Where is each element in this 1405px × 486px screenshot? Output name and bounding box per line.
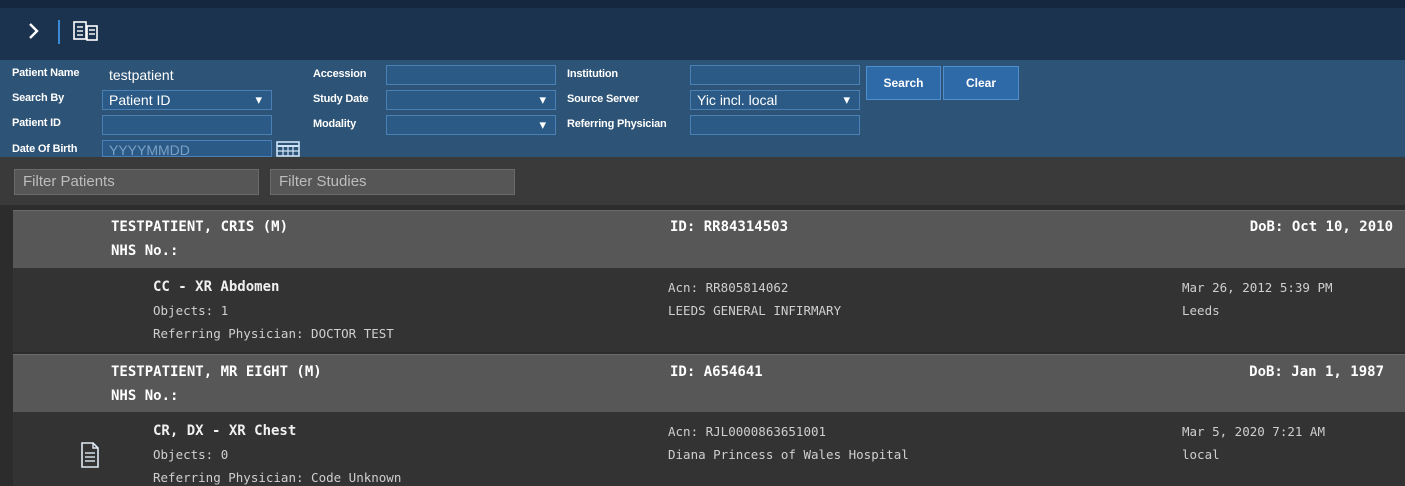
filter-bar: Filter Patients Filter Studies <box>0 157 1405 205</box>
study-referring-physician: Referring Physician: DOCTOR TEST <box>153 326 394 341</box>
clear-button[interactable]: Clear <box>943 66 1019 100</box>
study-title: CR, DX - XR Chest <box>153 423 297 439</box>
patient-name-label: Patient Name <box>12 67 80 79</box>
patient-name: TESTPATIENT, MR EIGHT (M) <box>111 364 322 380</box>
study-date-select[interactable] <box>386 90 556 110</box>
filter-studies-input[interactable]: Filter Studies <box>270 169 515 195</box>
modality-select[interactable] <box>386 115 556 135</box>
study-source: Leeds <box>1182 303 1220 318</box>
date-of-birth-label: Date Of Birth <box>12 143 78 155</box>
study-accession: Acn: RJL0000863651001 <box>668 424 827 439</box>
study-accession: Acn: RR805814062 <box>668 280 789 295</box>
study-objects: Objects: 1 <box>153 303 229 318</box>
filter-patients-input[interactable]: Filter Patients <box>14 169 259 195</box>
document-icon[interactable] <box>80 442 100 468</box>
search-by-label: Search By <box>12 92 65 104</box>
search-button[interactable]: Search <box>866 66 941 100</box>
patient-id: ID: RR84314503 <box>670 219 789 235</box>
source-server-label: Source Server <box>567 93 639 105</box>
patient-name: TESTPATIENT, CRIS (M) <box>111 219 289 235</box>
nhs-number: NHS No.: <box>111 388 179 404</box>
institution-input[interactable] <box>690 65 860 85</box>
modality-label: Modality <box>313 118 357 130</box>
chevron-right-icon[interactable] <box>26 18 42 44</box>
date-of-birth-input[interactable]: YYYYMMDD <box>102 140 272 157</box>
study-referring-physician: Referring Physician: Code Unknown <box>153 470 402 485</box>
document-list-icon[interactable] <box>72 18 102 46</box>
study-source: local <box>1182 447 1220 462</box>
study-datetime: Mar 5, 2020 7:21 AM <box>1182 424 1325 439</box>
study-date-label: Study Date <box>313 93 369 105</box>
nhs-number: NHS No.: <box>111 243 179 259</box>
calendar-icon[interactable] <box>276 141 300 157</box>
top-toolbar <box>0 0 1405 60</box>
accession-input[interactable] <box>386 65 556 85</box>
study-objects: Objects: 0 <box>153 447 229 462</box>
toolbar-divider <box>58 20 60 44</box>
study-institution: Diana Princess of Wales Hospital <box>668 447 909 462</box>
study-title: CC - XR Abdomen <box>153 279 280 295</box>
patient-id-label: Patient ID <box>12 117 61 129</box>
referring-physician-input[interactable] <box>690 115 860 135</box>
toolbar-accent-strip <box>0 0 1405 8</box>
study-institution: LEEDS GENERAL INFIRMARY <box>668 303 842 318</box>
patient-dob: DoB: Jan 1, 1987 <box>1249 364 1384 380</box>
patient-header[interactable] <box>13 354 1405 412</box>
patient-dob: DoB: Oct 10, 2010 <box>1249 219 1393 235</box>
study-datetime: Mar 26, 2012 5:39 PM <box>1182 280 1333 295</box>
referring-physician-label: Referring Physician <box>567 118 667 130</box>
source-server-select[interactable]: Yic incl. local <box>690 90 860 110</box>
search-by-select[interactable]: Patient ID <box>102 90 272 110</box>
patient-id-input[interactable] <box>102 115 272 135</box>
institution-label: Institution <box>567 68 618 80</box>
accession-label: Accession <box>313 68 367 80</box>
patient-name-input[interactable]: testpatient <box>102 65 272 85</box>
patient-id: ID: A654641 <box>670 364 763 380</box>
